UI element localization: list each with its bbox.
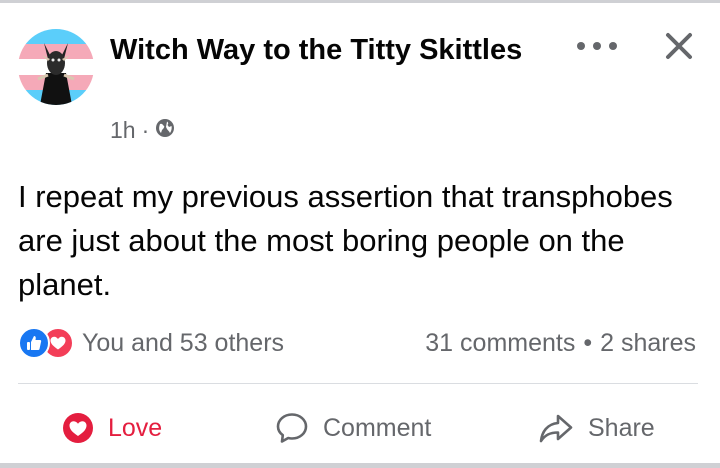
- love-label: Love: [108, 413, 163, 442]
- post-card: Witch Way to the Titty Skittles 1h · I r…: [0, 3, 720, 463]
- share-label: Share: [588, 413, 655, 442]
- love-button[interactable]: Love: [62, 403, 162, 453]
- reactions-summary[interactable]: You and 53 others: [18, 326, 284, 360]
- meta-separator: ·: [141, 116, 150, 143]
- post-meta: 1h ·: [110, 115, 175, 145]
- comment-label: Comment: [323, 413, 432, 442]
- comments-count[interactable]: 31 comments: [425, 329, 575, 358]
- close-icon[interactable]: [662, 29, 696, 63]
- post-actions: Love Comment Share: [0, 403, 720, 453]
- share-button[interactable]: Share: [538, 403, 655, 453]
- divider: [18, 383, 698, 384]
- avatar[interactable]: [18, 29, 94, 105]
- post-text: I repeat my previous assertion that tran…: [18, 179, 673, 302]
- reactions-text: You and 53 others: [82, 328, 285, 357]
- post-author-name[interactable]: Witch Way to the Titty Skittles: [110, 31, 530, 69]
- shares-count[interactable]: 2 shares: [600, 329, 696, 358]
- love-icon: [63, 413, 93, 443]
- more-options-icon[interactable]: [577, 39, 617, 53]
- globe-icon: [155, 117, 175, 144]
- comment-icon: [276, 413, 308, 443]
- like-icon: [18, 327, 50, 359]
- share-icon: [539, 414, 573, 443]
- comment-button[interactable]: Comment: [275, 403, 431, 453]
- stats-separator: •: [583, 328, 593, 357]
- post-time[interactable]: 1h: [110, 117, 136, 144]
- post-stats: 31 comments • 2 shares: [425, 326, 696, 360]
